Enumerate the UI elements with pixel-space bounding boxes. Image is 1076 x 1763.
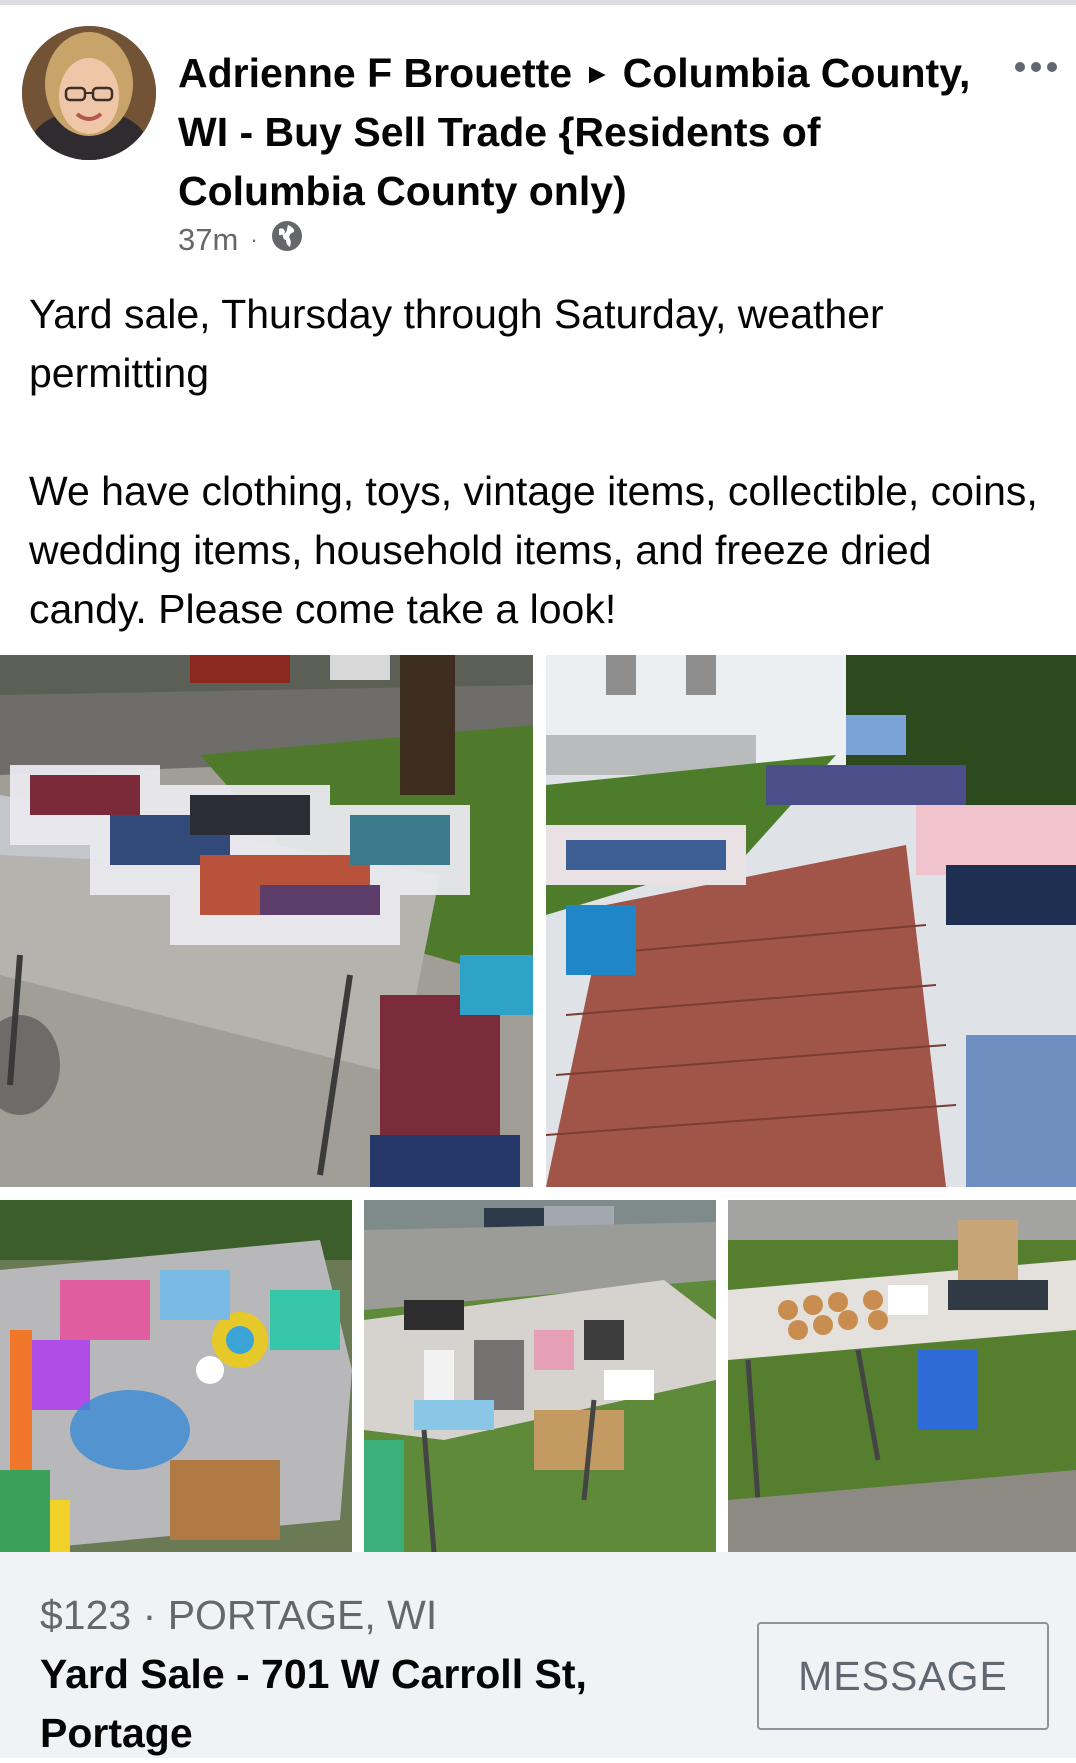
photo-brick-walkway[interactable]: [546, 655, 1076, 1187]
globe-icon: [270, 219, 304, 261]
message-button[interactable]: MESSAGE: [757, 1622, 1049, 1730]
avatar-photo: [22, 26, 156, 160]
more-dot: [1015, 62, 1025, 72]
post-timestamp[interactable]: 37m: [178, 222, 238, 258]
post-header: Adrienne F Brouette ► Columbia County, W…: [178, 44, 978, 221]
photo-clothing-table[interactable]: [0, 655, 533, 1187]
author-avatar[interactable]: [22, 26, 156, 160]
group-arrow-icon: ►: [583, 58, 612, 89]
listing-price: $123: [40, 1592, 132, 1638]
listing-location: PORTAGE, WI: [167, 1592, 438, 1638]
photo-toys[interactable]: [0, 1200, 352, 1552]
listing-title[interactable]: Yard Sale - 701 W Carroll St, Portage: [40, 1645, 680, 1763]
more-options-icon[interactable]: [1006, 52, 1066, 82]
meta-separator: ·: [250, 227, 258, 252]
more-dot: [1047, 62, 1057, 72]
listing-price-location: $123 · PORTAGE, WI: [40, 1592, 437, 1639]
photo-candy-table[interactable]: [728, 1200, 1076, 1552]
top-divider: [0, 0, 1076, 5]
photo-household-items[interactable]: [364, 1200, 716, 1552]
post-body-text: Yard sale, Thursday through Saturday, we…: [29, 291, 1038, 632]
post-meta: 37m ·: [178, 218, 304, 262]
more-dot: [1031, 62, 1041, 72]
author-name[interactable]: Adrienne F Brouette: [178, 50, 572, 96]
price-separator: ·: [142, 1592, 157, 1638]
